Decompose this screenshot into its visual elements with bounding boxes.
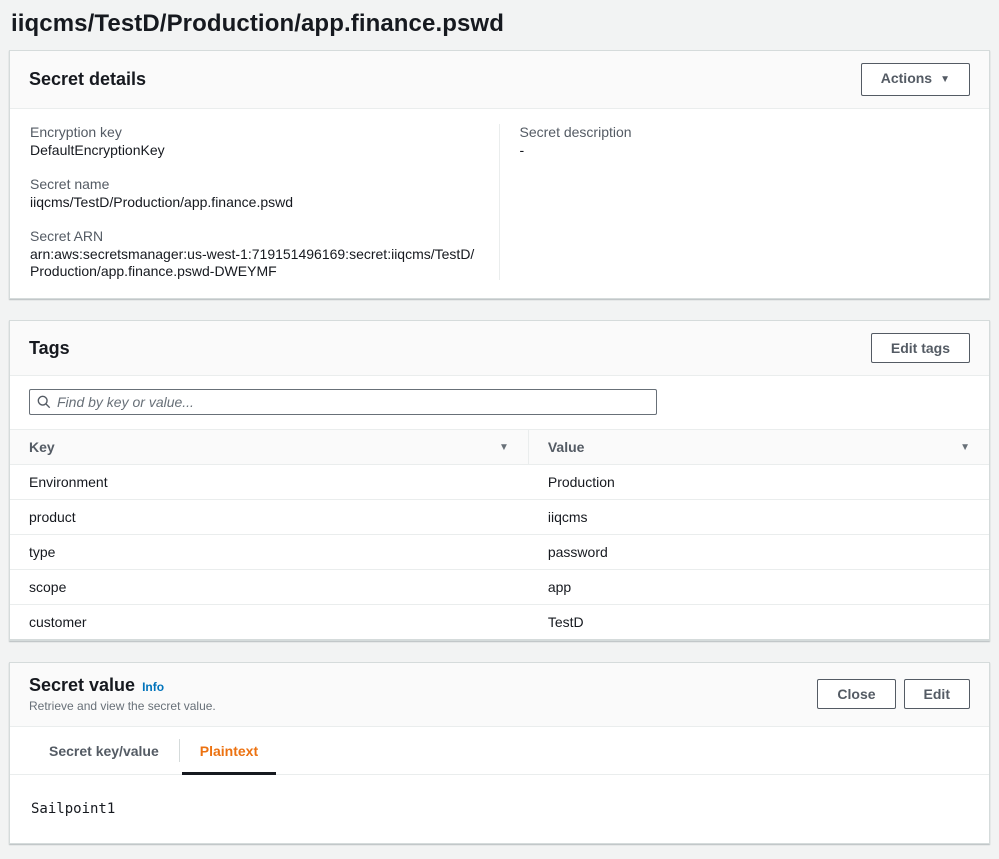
tag-key: type <box>10 535 529 569</box>
secret-details-title: Secret details <box>29 69 146 90</box>
tags-search-box[interactable] <box>29 389 657 415</box>
secret-value-heading-block: Secret value Info Retrieve and view the … <box>29 675 216 713</box>
secret-value-card: Secret value Info Retrieve and view the … <box>9 662 990 844</box>
plaintext-value: Sailpoint1 <box>10 775 989 843</box>
tags-search-input[interactable] <box>57 394 649 410</box>
column-header-key-label: Key <box>29 439 55 455</box>
details-left-column: Encryption key DefaultEncryptionKey Secr… <box>10 124 500 280</box>
secret-details-card: Secret details Actions ▼ Encryption key D… <box>9 50 990 299</box>
tag-value: password <box>529 535 989 569</box>
tag-value: iiqcms <box>529 500 989 534</box>
edit-tags-button[interactable]: Edit tags <box>871 333 970 363</box>
secret-description-field: Secret description - <box>520 124 970 159</box>
field-value: iiqcms/TestD/Production/app.finance.pswd <box>30 194 479 211</box>
table-row: Environment Production <box>10 465 989 500</box>
table-row: type password <box>10 535 989 570</box>
secret-arn-field: Secret ARN arn:aws:secretsmanager:us-wes… <box>30 228 479 280</box>
field-label: Secret name <box>30 176 479 193</box>
field-label: Secret description <box>520 124 970 141</box>
tags-card: Tags Edit tags Key ▼ Value ▼ <box>9 320 990 641</box>
tags-table-header: Key ▼ Value ▼ <box>10 429 989 465</box>
tags-search-row <box>10 376 989 429</box>
secret-name-field: Secret name iiqcms/TestD/Production/app.… <box>30 176 479 211</box>
tags-header: Tags Edit tags <box>10 321 989 376</box>
secret-value-actions: Close Edit <box>817 679 970 709</box>
tag-key: scope <box>10 570 529 604</box>
tag-value: Production <box>529 465 989 499</box>
table-row: product iiqcms <box>10 500 989 535</box>
tab-plaintext[interactable]: Plaintext <box>180 727 278 774</box>
secret-value-tabs: Secret key/value Plaintext <box>10 727 989 775</box>
secret-value-subtitle: Retrieve and view the secret value. <box>29 699 216 713</box>
field-label: Secret ARN <box>30 228 479 245</box>
tag-value: app <box>529 570 989 604</box>
filter-caret-icon[interactable]: ▼ <box>960 442 970 453</box>
table-row: scope app <box>10 570 989 605</box>
field-label: Encryption key <box>30 124 479 141</box>
field-value: DefaultEncryptionKey <box>30 142 479 159</box>
info-link[interactable]: Info <box>142 680 164 694</box>
tag-key: product <box>10 500 529 534</box>
tags-title: Tags <box>29 338 70 359</box>
column-header-value[interactable]: Value ▼ <box>529 430 989 464</box>
chevron-down-icon: ▼ <box>940 74 950 85</box>
encryption-key-field: Encryption key DefaultEncryptionKey <box>30 124 479 159</box>
page-title: iiqcms/TestD/Production/app.finance.pswd <box>9 0 990 50</box>
actions-button[interactable]: Actions ▼ <box>861 63 970 96</box>
tag-value: TestD <box>529 605 989 639</box>
secret-value-title: Secret value <box>29 675 135 696</box>
secret-details-body: Encryption key DefaultEncryptionKey Secr… <box>10 109 989 298</box>
field-value: - <box>520 142 970 159</box>
tags-table: Key ▼ Value ▼ Environment Production pro… <box>10 429 989 640</box>
field-value: arn:aws:secretsmanager:us-west-1:7191514… <box>30 246 479 280</box>
secret-value-header: Secret value Info Retrieve and view the … <box>10 663 989 727</box>
tag-key: customer <box>10 605 529 639</box>
close-button[interactable]: Close <box>817 679 895 709</box>
tab-secret-key-value[interactable]: Secret key/value <box>29 727 179 774</box>
page: iiqcms/TestD/Production/app.finance.pswd… <box>0 0 999 844</box>
filter-caret-icon[interactable]: ▼ <box>499 442 509 453</box>
secret-details-header: Secret details Actions ▼ <box>10 51 989 109</box>
column-header-key[interactable]: Key ▼ <box>10 430 529 464</box>
search-icon <box>37 395 51 409</box>
tag-key: Environment <box>10 465 529 499</box>
edit-button[interactable]: Edit <box>904 679 970 709</box>
details-right-column: Secret description - <box>500 124 990 280</box>
column-header-value-label: Value <box>548 439 585 455</box>
actions-button-label: Actions <box>881 70 932 86</box>
table-row: customer TestD <box>10 605 989 640</box>
